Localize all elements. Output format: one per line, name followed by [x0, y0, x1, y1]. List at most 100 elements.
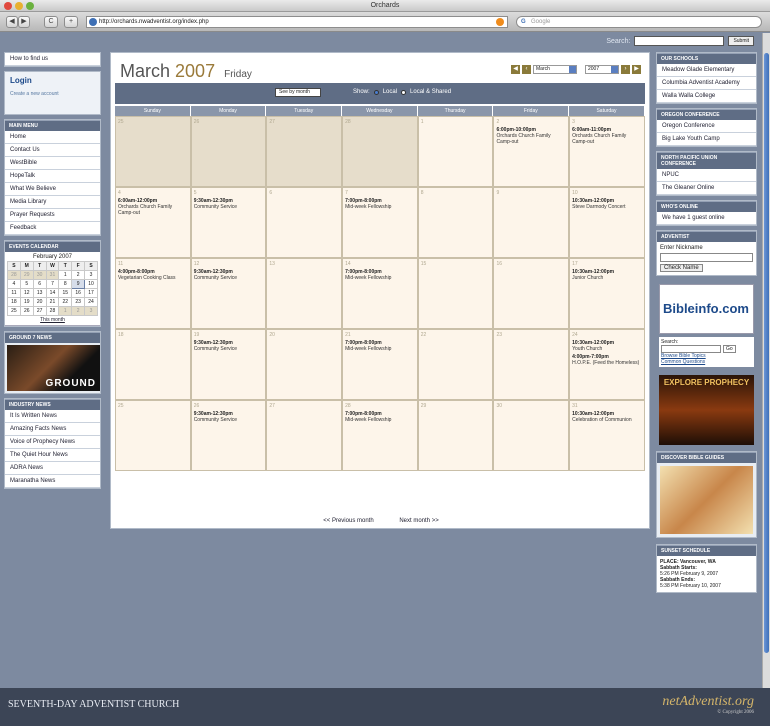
- mini-day[interactable]: 17: [84, 288, 98, 298]
- mini-day[interactable]: 4: [7, 279, 21, 289]
- mini-day[interactable]: 27: [32, 306, 47, 316]
- union-link[interactable]: The Gleaner Online: [657, 182, 756, 195]
- mini-calendar-all-link[interactable]: This month: [7, 317, 98, 323]
- bibleinfo-go-button[interactable]: Go: [723, 345, 736, 353]
- calendar-day-cell[interactable]: 16: [493, 258, 570, 329]
- calendar-day-cell[interactable]: 26: [190, 116, 267, 187]
- close-icon[interactable]: [4, 2, 12, 10]
- mini-day[interactable]: 11: [7, 288, 21, 298]
- calendar-day-cell[interactable]: 19 9:30am-12:30pm Community Service: [190, 329, 267, 400]
- school-link[interactable]: Walla Walla College: [657, 90, 756, 103]
- mini-day[interactable]: 3: [84, 306, 98, 316]
- calendar-day-cell[interactable]: 13: [266, 258, 343, 329]
- prev-icon[interactable]: ‹: [522, 65, 531, 74]
- event-title[interactable]: Junior Church: [572, 275, 642, 281]
- calendar-day-cell[interactable]: 30: [493, 400, 570, 471]
- mini-day[interactable]: 13: [32, 288, 47, 298]
- mini-day[interactable]: 21: [45, 297, 60, 307]
- event-title[interactable]: Mid-week Fellowship: [345, 417, 415, 423]
- calendar-day-cell[interactable]: 6: [266, 187, 343, 258]
- school-link[interactable]: Columbia Adventist Academy: [657, 77, 756, 90]
- industry-news-link[interactable]: The Quiet Hour News: [5, 449, 100, 462]
- zoom-icon[interactable]: [26, 2, 34, 10]
- mini-day[interactable]: 16: [71, 288, 86, 298]
- mini-day[interactable]: 1: [58, 270, 73, 280]
- create-account-link[interactable]: Create a new account: [10, 91, 95, 97]
- industry-news-link[interactable]: ADRA News: [5, 462, 100, 475]
- menu-item[interactable]: Contact Us: [5, 144, 100, 157]
- mini-day[interactable]: 25: [7, 306, 21, 316]
- calendar-day-cell[interactable]: 4 6:00am-12:00pm Orchards Church Family Ca…: [115, 187, 191, 258]
- conference-link[interactable]: Oregon Conference: [657, 120, 756, 133]
- mini-day[interactable]: 5: [19, 279, 34, 289]
- mini-day[interactable]: 18: [7, 297, 21, 307]
- mini-day[interactable]: 1: [58, 306, 73, 316]
- mini-day[interactable]: 30: [32, 270, 47, 280]
- event-title[interactable]: Community Service: [194, 275, 264, 281]
- event-title[interactable]: Community Service: [194, 204, 264, 210]
- menu-item[interactable]: What We Believe: [5, 183, 100, 196]
- check-name-button[interactable]: Check Name: [660, 264, 703, 272]
- calendar-day-cell[interactable]: 21 7:00pm-8:00pm Mid-week Fellowship: [342, 329, 418, 400]
- calendar-day-cell[interactable]: 18: [115, 329, 191, 400]
- bibleinfo-logo[interactable]: Bibleinfo.com: [663, 301, 749, 316]
- next-month-link[interactable]: Next month >>: [399, 518, 438, 524]
- mini-day[interactable]: 28: [45, 306, 60, 316]
- calendar-day-cell[interactable]: 25: [115, 400, 191, 471]
- event-title[interactable]: Orchards Church Family Camp-out: [118, 204, 188, 216]
- nickname-input[interactable]: [660, 253, 753, 262]
- bible-guides-image[interactable]: [660, 466, 753, 534]
- calendar-day-cell[interactable]: 17 10:30am-12:00pm Junior Church: [569, 258, 645, 329]
- month-select[interactable]: March: [533, 65, 577, 74]
- common-questions-link[interactable]: Common Questions: [661, 359, 752, 365]
- back-button[interactable]: ◀: [6, 16, 18, 28]
- event-title[interactable]: H.O.P.E. (Feed the Homeless): [572, 360, 642, 366]
- union-link[interactable]: NPUC: [657, 169, 756, 182]
- calendar-day-cell[interactable]: 1: [417, 116, 494, 187]
- site-search-button[interactable]: Submit: [728, 36, 754, 46]
- find-us-link[interactable]: How to find us: [5, 53, 100, 66]
- calendar-day-cell[interactable]: 20: [266, 329, 343, 400]
- mini-day[interactable]: 12: [19, 288, 34, 298]
- calendar-day-cell[interactable]: 10 10:30am-12:00pm Steve Darmody Concert: [569, 187, 645, 258]
- industry-news-link[interactable]: Amazing Facts News: [5, 423, 100, 436]
- event-title[interactable]: Mid-week Fellowship: [345, 204, 415, 210]
- mini-day[interactable]: 14: [45, 288, 60, 298]
- mini-day[interactable]: 22: [58, 297, 73, 307]
- event-title[interactable]: Youth Church: [572, 346, 642, 352]
- first-icon[interactable]: ◀: [511, 65, 520, 74]
- mini-day[interactable]: 2: [71, 306, 86, 316]
- reload-button[interactable]: C: [44, 16, 58, 28]
- page-scrollbar[interactable]: [762, 33, 770, 688]
- calendar-day-cell[interactable]: 11 4:00pm-8:00pm Vegetarian Cooking Class: [115, 258, 191, 329]
- mini-day-selected[interactable]: 9: [71, 279, 86, 289]
- event-title[interactable]: Mid-week Fellowship: [345, 275, 415, 281]
- calendar-day-cell[interactable]: 28 7:00pm-8:00pm Mid-week Fellowship: [342, 400, 418, 471]
- calendar-day-cell[interactable]: 24 10:30am-12:00pm Youth Church 4:00pm-7:00…: [569, 329, 645, 400]
- calendar-day-cell[interactable]: 29: [417, 400, 494, 471]
- mini-day[interactable]: 7: [45, 279, 60, 289]
- bibleinfo-search-input[interactable]: [661, 345, 721, 353]
- mini-day[interactable]: 6: [32, 279, 47, 289]
- calendar-day-cell[interactable]: 31 10:30am-12:00pm Celebration of Communio…: [569, 400, 645, 471]
- menu-item[interactable]: Feedback: [5, 222, 100, 235]
- calendar-day-cell[interactable]: 23: [493, 329, 570, 400]
- calendar-day-cell[interactable]: 27: [266, 116, 343, 187]
- add-bookmark-button[interactable]: +: [64, 16, 78, 28]
- menu-item[interactable]: Prayer Requests: [5, 209, 100, 222]
- mini-day[interactable]: 15: [58, 288, 73, 298]
- mini-day[interactable]: 24: [84, 297, 98, 307]
- ground-banner-image[interactable]: GROUND: [7, 345, 100, 391]
- previous-month-link[interactable]: << Previous month: [323, 518, 373, 524]
- calendar-day-cell[interactable]: 15: [417, 258, 494, 329]
- year-select[interactable]: 2007: [585, 65, 619, 74]
- event-title[interactable]: Celebration of Communion: [572, 417, 642, 423]
- industry-news-link[interactable]: Voice of Prophecy News: [5, 436, 100, 449]
- calendar-day-cell[interactable]: 8: [417, 187, 494, 258]
- calendar-day-cell[interactable]: 22: [417, 329, 494, 400]
- school-link[interactable]: Meadow Glade Elementary: [657, 64, 756, 77]
- event-title[interactable]: Community Service: [194, 346, 264, 352]
- mini-day[interactable]: 31: [45, 270, 60, 280]
- mini-day[interactable]: 10: [84, 279, 98, 289]
- event-title[interactable]: Mid-week Fellowship: [345, 346, 415, 352]
